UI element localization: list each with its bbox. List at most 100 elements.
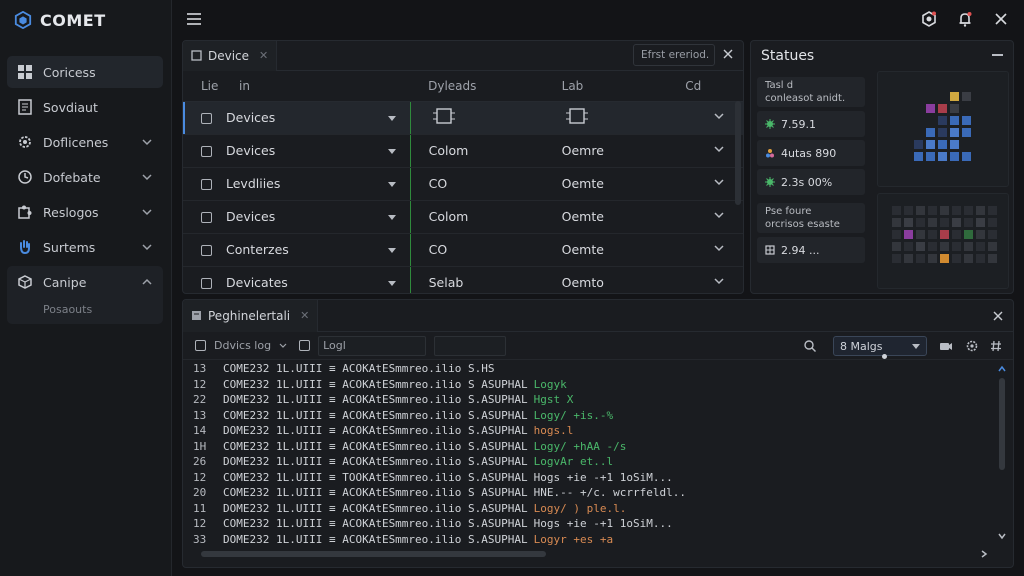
line-number: 11 bbox=[193, 501, 207, 515]
row-checkbox[interactable] bbox=[201, 113, 212, 124]
column-header[interactable]: Lie bbox=[183, 71, 221, 102]
log-checkbox[interactable] bbox=[299, 340, 311, 351]
settings-icon[interactable] bbox=[920, 10, 938, 28]
search-icon[interactable] bbox=[803, 339, 817, 353]
caret-down-icon[interactable] bbox=[387, 214, 396, 220]
caret-down-icon[interactable] bbox=[387, 115, 396, 121]
log-toolbar: Ddvics log Logl 8 Malgs bbox=[183, 332, 1013, 360]
row-checkbox[interactable] bbox=[201, 245, 212, 256]
card-line: orcrisos esaste bbox=[765, 219, 840, 230]
close-icon[interactable] bbox=[992, 10, 1010, 28]
log-field-input[interactable] bbox=[434, 335, 507, 356]
table-row[interactable]: Devices Colom Oemre bbox=[183, 134, 743, 168]
sidebar-item-reslogos[interactable]: Reslogos bbox=[7, 196, 163, 228]
metric-value: 2.3s 00% bbox=[781, 175, 833, 189]
status-card-metric[interactable]: 4utas 890 bbox=[757, 140, 865, 166]
row-checkbox[interactable] bbox=[201, 179, 212, 190]
caret-down-icon[interactable] bbox=[387, 247, 396, 253]
heatmap-grid bbox=[892, 206, 997, 263]
log-message: hogs.l bbox=[533, 424, 574, 437]
line-number: 33 bbox=[193, 532, 207, 546]
tab-device[interactable]: Device ✕ bbox=[183, 41, 278, 71]
scroll-up-icon[interactable] bbox=[997, 364, 1007, 374]
status-card-task[interactable]: Tasl d conleasot anidt. bbox=[757, 77, 865, 107]
log-vertical-scrollbar[interactable] bbox=[999, 378, 1005, 470]
row-checkbox[interactable] bbox=[201, 278, 212, 289]
column-header[interactable]: Lab bbox=[543, 71, 668, 102]
chip-icon bbox=[565, 108, 588, 124]
row-checkbox[interactable] bbox=[201, 146, 212, 157]
column-header[interactable]: Dyleads bbox=[410, 71, 544, 102]
sidebar-group-canipe: Canipe Posaouts bbox=[7, 266, 163, 324]
tab-log[interactable]: Peghinelertali ✕ bbox=[183, 300, 319, 332]
status-card-metric[interactable]: 7.59.1 bbox=[757, 111, 865, 137]
log-message: LogvAr et..l bbox=[533, 455, 614, 468]
camera-icon[interactable] bbox=[939, 339, 953, 353]
hamburger-menu-icon[interactable] bbox=[186, 12, 202, 26]
caret-down-icon[interactable] bbox=[387, 181, 396, 187]
status-card-metric[interactable]: 2.94 ... bbox=[757, 237, 865, 263]
log-field-input[interactable]: Logl bbox=[318, 335, 427, 356]
close-icon[interactable] bbox=[992, 310, 1004, 322]
chevron-down-icon bbox=[142, 209, 152, 216]
column-header[interactable]: in bbox=[220, 71, 411, 102]
document-icon bbox=[16, 98, 34, 116]
log-text: COME232 1L.UIII ≡ ACOKAtESmmreo.ilio S A… bbox=[223, 486, 528, 499]
caret-down-icon[interactable] bbox=[387, 280, 396, 286]
status-burst-icon bbox=[765, 119, 775, 129]
notification-bell-icon[interactable] bbox=[956, 10, 974, 28]
minimize-icon[interactable] bbox=[992, 54, 1003, 56]
app-window: COMET Coricess Sovdiaut Doflicenes Dofeb… bbox=[0, 0, 1024, 576]
log-line: 13 COME232 1L.UIII ≡ ACOKAtESmmreo.ilio S… bbox=[183, 409, 999, 425]
table-row[interactable]: Levdliies CO Oemte bbox=[183, 167, 743, 201]
cell-lab: Oemto bbox=[543, 266, 668, 293]
puzzle-icon bbox=[16, 203, 34, 221]
sidebar-item-sovdiaut[interactable]: Sovdiaut bbox=[7, 91, 163, 123]
status-card-process[interactable]: Pse foure orcrisos esaste bbox=[757, 203, 865, 233]
device-name: Devices bbox=[226, 110, 276, 125]
table-row[interactable]: Devices Colom Oemte bbox=[183, 200, 743, 234]
line-number: 12 bbox=[193, 377, 207, 391]
log-text: DOME232 1L.UIII ≡ ACOKAtESmmreo.ilio S.A… bbox=[223, 532, 528, 546]
tab-close-icon[interactable]: ✕ bbox=[300, 309, 309, 322]
caret-down-icon[interactable] bbox=[387, 148, 396, 154]
line-number: 12 bbox=[193, 470, 207, 484]
sidebar-item-surtems[interactable]: Surtems bbox=[7, 231, 163, 263]
hash-icon[interactable] bbox=[989, 339, 1003, 353]
cell-dyleads: Colom bbox=[409, 200, 544, 234]
status-card-metric[interactable]: 2.3s 00% bbox=[757, 169, 865, 195]
table-row[interactable]: Devices bbox=[183, 101, 743, 135]
log-message: Logyr +es +a bbox=[533, 532, 614, 546]
line-number: 1H bbox=[193, 439, 207, 453]
sidebar-item-label: Surtems bbox=[43, 239, 96, 255]
log-message: Logy/ +hAA -/s bbox=[533, 439, 627, 453]
sidebar-item-dofebate[interactable]: Dofebate bbox=[7, 161, 163, 193]
log-filter-label[interactable]: Ddvics log bbox=[214, 339, 271, 352]
log-horizontal-scrollbar[interactable] bbox=[201, 551, 546, 557]
gear-icon[interactable] bbox=[965, 339, 979, 353]
log-level-select[interactable]: 8 Malgs bbox=[833, 336, 927, 359]
sidebar-item-doflicenes[interactable]: Doflicenes bbox=[7, 126, 163, 158]
sidebar-item-canipe[interactable]: Canipe bbox=[7, 266, 163, 298]
sidebar-nav: Coricess Sovdiaut Doflicenes Dofebate Re… bbox=[0, 56, 171, 324]
chevron-down-icon bbox=[279, 343, 287, 348]
close-icon[interactable] bbox=[722, 48, 734, 60]
table-row[interactable]: Devicates Selab Oemto bbox=[183, 266, 743, 293]
chevron-down-icon bbox=[142, 244, 152, 251]
devices-filter-input[interactable]: Efrst ereriod. bbox=[633, 44, 715, 66]
scroll-down-icon[interactable] bbox=[997, 531, 1007, 541]
column-header[interactable]: Cd bbox=[667, 71, 743, 102]
log-checkbox[interactable] bbox=[195, 340, 206, 351]
brand[interactable]: COMET bbox=[0, 0, 171, 40]
sidebar-item-label: Doflicenes bbox=[43, 134, 109, 150]
sidebar-item-label: Reslogos bbox=[43, 204, 99, 220]
scroll-right-icon[interactable] bbox=[979, 549, 989, 559]
row-checkbox[interactable] bbox=[201, 212, 212, 223]
tab-close-icon[interactable]: ✕ bbox=[259, 49, 268, 62]
chevron-down-icon bbox=[714, 245, 724, 252]
table-row[interactable]: Conterzes CO Oemte bbox=[183, 233, 743, 267]
sidebar-subitem-posaouts[interactable]: Posaouts bbox=[7, 298, 163, 320]
sidebar-item-coricess[interactable]: Coricess bbox=[7, 56, 163, 88]
chevron-down-icon bbox=[912, 344, 920, 349]
devices-scrollbar[interactable] bbox=[735, 101, 741, 205]
